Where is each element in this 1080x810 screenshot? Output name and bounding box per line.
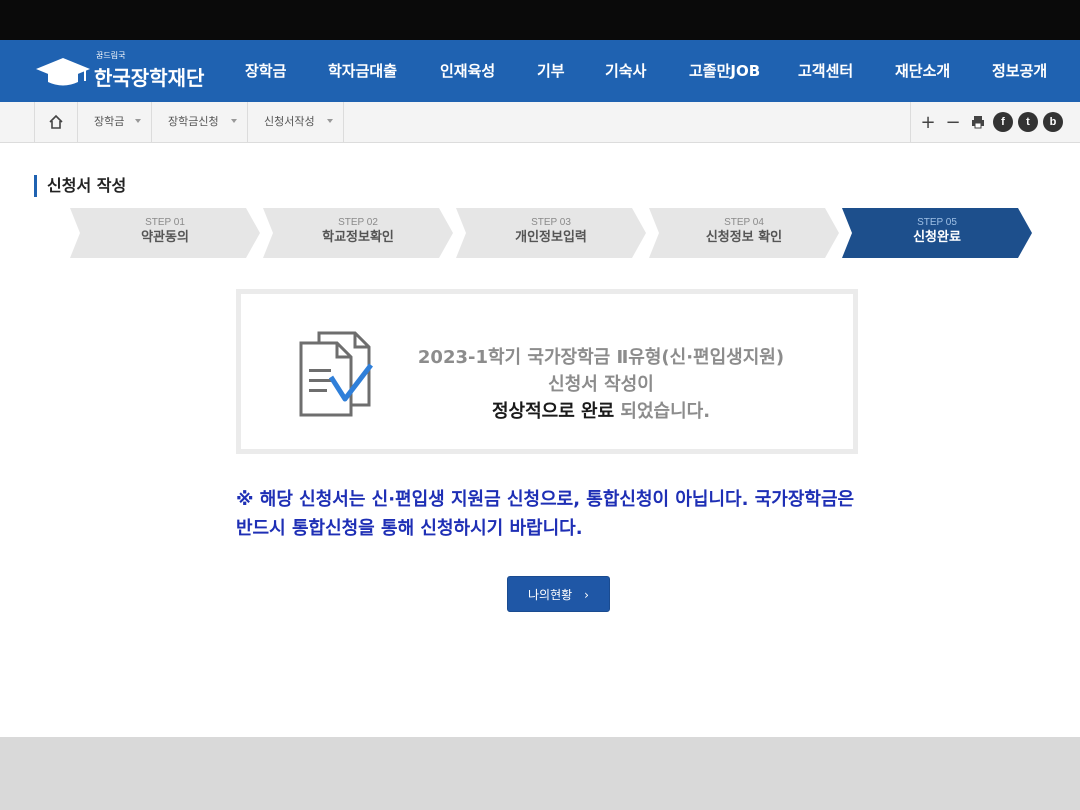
page-title: 신청서 작성	[34, 175, 126, 197]
chevron-right-icon: ›	[584, 588, 589, 602]
step-name: 약관동의	[141, 230, 189, 245]
my-status-label: 나의현황	[528, 588, 573, 602]
blog-icon[interactable]: b	[1043, 112, 1063, 132]
caret-down-icon	[231, 119, 237, 123]
step-1: STEP 01 약관동의	[70, 208, 260, 258]
zoom-out-button[interactable]: −	[943, 112, 963, 133]
breadcrumb-scholarship[interactable]: 장학금	[78, 102, 152, 142]
site-logo[interactable]: 꿈드림국 한국장학재단	[34, 50, 204, 92]
completion-emphasis: 정상적으로 완료	[491, 401, 615, 422]
page-tools: + − f t b	[910, 102, 1070, 142]
completion-line-3: 정상적으로 완료 되었습니다.	[411, 398, 791, 425]
footer-area	[0, 737, 1080, 810]
step-name: 신청정보 확인	[705, 230, 783, 245]
menu-scholarship[interactable]: 장학금	[245, 40, 286, 102]
menu-student-loan[interactable]: 학자금대출	[328, 40, 397, 102]
step-number: STEP 05	[917, 217, 957, 228]
breadcrumb-label: 신청서작성	[264, 115, 315, 128]
global-navigation: 꿈드림국 한국장학재단 장학금 학자금대출 인재육성 기부 기숙사 고졸만JOB…	[0, 40, 1080, 102]
logo-tagline: 꿈드림국	[96, 51, 126, 60]
completion-line-1: 2023-1학기 국가장학금 Ⅱ유형(신·편입생지원)	[417, 347, 785, 368]
menu-about[interactable]: 재단소개	[895, 40, 950, 102]
home-icon	[49, 114, 63, 129]
completion-line-2: 신청서 작성이	[548, 374, 654, 395]
browser-top-bar	[0, 0, 1080, 40]
step-indicator: STEP 01 약관동의 STEP 02 학교정보확인 STEP 03 개인정보입력 …	[70, 208, 1040, 258]
step-5-active: STEP 05 신청완료	[842, 208, 1032, 258]
document-check-icon	[299, 331, 373, 417]
zoom-in-button[interactable]: +	[918, 112, 938, 133]
print-icon	[972, 116, 984, 129]
home-button[interactable]	[34, 102, 78, 142]
step-name: 신청완료	[913, 230, 961, 245]
logo-text: 한국장학재단	[94, 66, 205, 90]
step-number: STEP 03	[531, 217, 571, 228]
step-2: STEP 02 학교정보확인	[263, 208, 453, 258]
menu-dormitory[interactable]: 기숙사	[605, 40, 646, 102]
menu-donation[interactable]: 기부	[537, 40, 565, 102]
graduation-cap-icon	[36, 58, 90, 86]
menu-high-school-job[interactable]: 고졸만JOB	[689, 40, 760, 102]
facebook-icon[interactable]: f	[993, 112, 1013, 132]
step-number: STEP 04	[724, 217, 764, 228]
step-3: STEP 03 개인정보입력	[456, 208, 646, 258]
breadcrumb: 장학금 장학금신청 신청서작성 + − f t b	[0, 102, 1080, 143]
menu-information-disclosure[interactable]: 정보공개	[992, 40, 1047, 102]
print-button[interactable]	[968, 112, 988, 132]
step-name: 개인정보입력	[515, 230, 587, 245]
breadcrumb-application-form[interactable]: 신청서작성	[248, 102, 344, 142]
breadcrumb-scholarship-apply[interactable]: 장학금신청	[152, 102, 248, 142]
step-name: 학교정보확인	[322, 230, 394, 245]
breadcrumb-label: 장학금신청	[168, 115, 219, 128]
menu-talent-development[interactable]: 인재육성	[440, 40, 495, 102]
completion-message: 2023-1학기 국가장학금 Ⅱ유형(신·편입생지원) 신청서 작성이 정상적으…	[411, 344, 791, 425]
completion-suffix: 되었습니다.	[614, 401, 711, 422]
notice-text: ※ 해당 신청서는 신·편입생 지원금 신청으로, 통합신청이 아닙니다. 국가…	[236, 489, 855, 539]
caret-down-icon	[327, 119, 333, 123]
breadcrumb-label: 장학금	[94, 115, 125, 128]
completion-box: 2023-1학기 국가장학금 Ⅱ유형(신·편입생지원) 신청서 작성이 정상적으…	[236, 289, 858, 454]
step-number: STEP 02	[338, 217, 378, 228]
caret-down-icon	[135, 119, 141, 123]
step-4: STEP 04 신청정보 확인	[649, 208, 839, 258]
menu-customer-center[interactable]: 고객센터	[798, 40, 853, 102]
my-status-button[interactable]: 나의현황 ›	[507, 576, 610, 612]
twitter-icon[interactable]: t	[1018, 112, 1038, 132]
step-number: STEP 01	[145, 217, 185, 228]
